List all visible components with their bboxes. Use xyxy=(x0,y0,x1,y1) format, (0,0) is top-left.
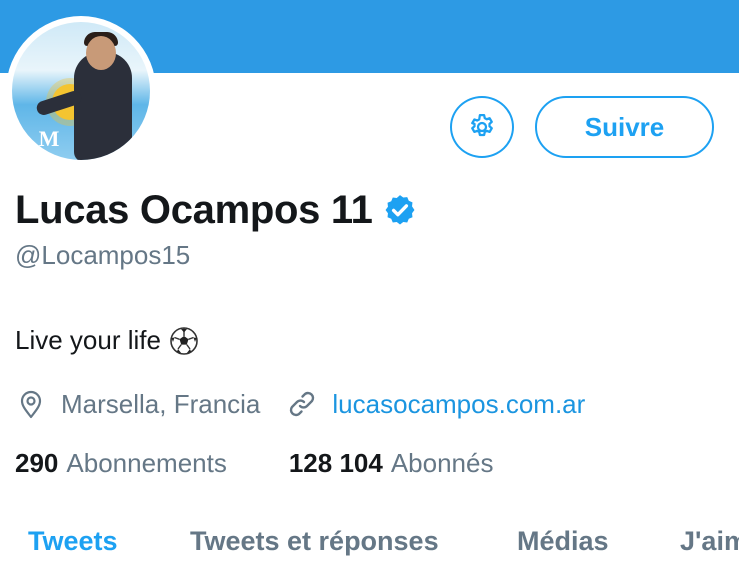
profile-location: Marsella, Francia xyxy=(61,388,261,419)
followers-stat[interactable]: 128 104 Abonnés xyxy=(289,448,494,479)
settings-button[interactable] xyxy=(450,96,514,158)
followers-count: 128 104 xyxy=(288,447,383,478)
avatar-image: M xyxy=(12,22,150,160)
profile-meta: Marsella, Francia lucasocampos.com.ar xyxy=(15,384,585,424)
follow-button[interactable]: Suivre xyxy=(535,96,714,158)
profile-name-row: Lucas Ocampos 11 xyxy=(15,186,417,234)
profile-stats: 290 Abonnements 128 104 Abonnés xyxy=(15,445,493,481)
verified-badge-icon xyxy=(385,195,415,225)
following-stat[interactable]: 290 Abonnements xyxy=(15,448,227,479)
avatar[interactable]: M xyxy=(6,16,156,166)
bio-text: Live your life xyxy=(15,325,161,355)
following-count: 290 xyxy=(15,447,59,478)
map-pin-icon xyxy=(20,390,42,419)
profile-handle: @Locampos15 xyxy=(15,240,191,270)
following-label: Abonnements xyxy=(66,447,227,478)
tab-media[interactable]: Médias xyxy=(517,526,609,557)
tab-tweets-and-replies[interactable]: Tweets et réponses xyxy=(190,526,439,557)
tab-likes[interactable]: J'aime xyxy=(680,526,739,557)
profile-bio: Live your life xyxy=(15,325,199,356)
link-icon xyxy=(290,391,315,417)
profile-name: Lucas Ocampos 11 xyxy=(15,187,373,232)
profile-website-link[interactable]: lucasocampos.com.ar xyxy=(332,389,585,420)
profile-tabs: Tweets Tweets et réponses Médias J'aime xyxy=(0,522,739,572)
soccer-ball-icon xyxy=(170,326,198,355)
followers-label: Abonnés xyxy=(390,447,494,478)
tab-tweets[interactable]: Tweets xyxy=(28,526,118,557)
gear-icon xyxy=(471,114,493,137)
